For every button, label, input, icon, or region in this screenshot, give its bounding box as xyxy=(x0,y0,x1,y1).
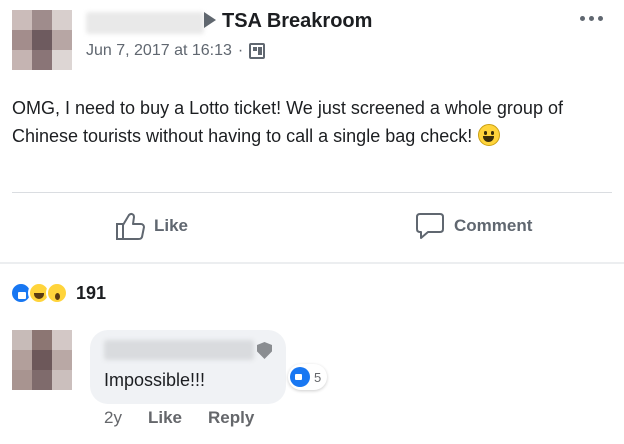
comment-reply-button[interactable]: Reply xyxy=(208,408,254,428)
comment-button-label: Comment xyxy=(454,216,533,235)
like-reaction-icon xyxy=(290,367,310,387)
shield-badge-icon xyxy=(257,342,272,359)
thumbs-up-icon xyxy=(116,212,145,240)
divider xyxy=(0,262,624,264)
commenter-name-redacted[interactable] xyxy=(104,340,254,360)
divider xyxy=(12,192,612,193)
comment-timestamp[interactable]: 2y xyxy=(104,408,122,428)
comment-text: Impossible!!! xyxy=(104,370,206,390)
group-icon xyxy=(249,43,266,59)
comment-bubble: Impossible!!! xyxy=(90,330,286,404)
arrow-right-icon xyxy=(204,12,216,28)
poster-avatar[interactable] xyxy=(12,10,72,70)
post-meta: Jun 7, 2017 at 16:13 · xyxy=(86,42,266,60)
post-card: TSA Breakroom Jun 7, 2017 at 16:13 · OMG… xyxy=(0,0,624,264)
meta-separator: · xyxy=(237,42,244,59)
comment-like-button[interactable]: Like xyxy=(148,408,182,428)
poster-name-redacted[interactable] xyxy=(86,12,204,34)
comment-reaction-badge[interactable]: 5 xyxy=(288,364,328,390)
comment-bubble-icon xyxy=(416,213,444,239)
wow-reaction-icon xyxy=(46,282,68,304)
comment-button[interactable]: Comment xyxy=(414,206,532,246)
post-body: OMG, I need to buy a Lotto ticket! We ju… xyxy=(12,94,612,150)
reaction-summary[interactable]: 191 xyxy=(10,282,106,304)
smiling-face-icon xyxy=(478,124,501,146)
reaction-count: 191 xyxy=(76,282,107,303)
post-timestamp[interactable]: Jun 7, 2017 at 16:13 xyxy=(86,42,232,60)
commenter-avatar[interactable] xyxy=(12,330,72,390)
like-button-label: Like xyxy=(154,216,189,235)
group-name-link[interactable]: TSA Breakroom xyxy=(222,10,372,33)
comment-reaction-count: 5 xyxy=(314,369,322,385)
like-button[interactable]: Like xyxy=(114,206,188,246)
more-options-icon[interactable] xyxy=(578,10,606,26)
comment-actions: 2y Like Reply xyxy=(104,408,254,428)
